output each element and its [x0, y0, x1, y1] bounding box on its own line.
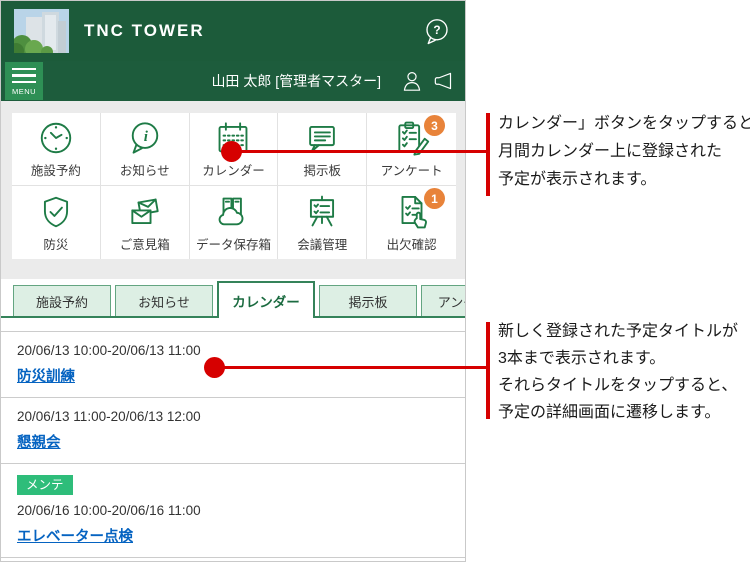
- meeting-icon: [310, 195, 335, 226]
- app-item-label: 会議管理: [297, 237, 348, 252]
- event-row: 20/06/13 11:00-20/06/13 12:00 懇親会: [1, 398, 465, 464]
- user-icon[interactable]: [399, 68, 425, 94]
- event-row: 20/06/13 10:00-20/06/13 11:00 防災訓練: [1, 332, 465, 398]
- app-item-meeting-management[interactable]: 会議管理: [278, 186, 368, 259]
- callout-dot-events: [204, 357, 225, 378]
- maintenance-tag: メンテ: [17, 475, 73, 495]
- notification-badge: 1: [424, 188, 445, 209]
- callout-bar-events: [486, 322, 490, 419]
- app-item-label: 出欠確認: [386, 237, 437, 252]
- app-item-label: 掲示板: [303, 164, 342, 178]
- app-item-news[interactable]: i お知らせ: [100, 113, 190, 186]
- app-title: TNC TOWER: [84, 21, 205, 40]
- clock-icon: [40, 122, 72, 154]
- annotation-events-note: 新しく登録された予定タイトルが 3本まで表示されます。 それらタイトルをタップす…: [498, 323, 739, 421]
- tab-facility-reservation[interactable]: 施設予約: [13, 285, 111, 316]
- event-datetime: 20/06/13 10:00-20/06/13 11:00: [17, 343, 201, 358]
- user-bar: MENU 山田 太郎 [管理者マスター]: [1, 61, 465, 101]
- info-icon: i: [131, 122, 158, 154]
- menu-label: MENU: [11, 87, 37, 97]
- event-title-link[interactable]: 防災訓練: [17, 368, 75, 386]
- databox-icon: [219, 197, 244, 225]
- event-title-link[interactable]: エレベーター点検: [17, 528, 133, 546]
- event-datetime: 20/06/13 11:00-20/06/13 12:00: [17, 409, 201, 424]
- megaphone-icon[interactable]: [431, 68, 457, 94]
- app-item-label: カレンダー: [202, 164, 265, 178]
- svg-text:i: i: [143, 129, 148, 145]
- app-item-label: 施設予約: [30, 164, 81, 178]
- tab-survey[interactable]: アンケート: [421, 285, 465, 316]
- app-grid: 施設予約 i お知らせ カレンダー 掲示板 3 アンケート 防災 ご意見箱 デー…: [12, 113, 456, 259]
- callout-line-events: [218, 366, 486, 369]
- tab-bulletin-board[interactable]: 掲示板: [319, 285, 417, 316]
- event-row: メンテ 20/06/16 10:00-20/06/16 11:00 エレベーター…: [1, 464, 465, 558]
- tab-news[interactable]: お知らせ: [115, 285, 213, 316]
- app-item-label: お知らせ: [119, 164, 170, 178]
- callout-bar-calendar: [486, 113, 490, 196]
- help-icon[interactable]: ?: [422, 16, 452, 46]
- tab-bar: 施設予約 お知らせ カレンダー 掲示板 アンケート: [1, 279, 465, 318]
- annotation-calendar-note: カレンダー」ボタンをタップすると、 月間カレンダー上に登録された 予定が表示され…: [498, 115, 750, 188]
- callout-line-calendar: [236, 150, 486, 153]
- svg-text:?: ?: [433, 23, 440, 37]
- app-item-label: ご意見箱: [119, 237, 170, 252]
- mailbox-icon: [131, 198, 159, 224]
- app-item-label: 防災: [43, 237, 69, 252]
- app-item-label: データ保存箱: [195, 237, 271, 252]
- user-name: 山田 太郎 [管理者マスター]: [211, 73, 381, 89]
- app-item-facility-reservation[interactable]: 施設予約: [12, 113, 101, 186]
- callout-dot-calendar: [221, 141, 242, 162]
- shield-icon: [43, 196, 68, 227]
- tab-calendar[interactable]: カレンダー: [217, 281, 315, 318]
- menu-button[interactable]: MENU: [5, 62, 43, 100]
- event-datetime: 20/06/16 10:00-20/06/16 11:00: [17, 503, 201, 518]
- building-logo: [14, 9, 69, 53]
- app-item-data-storage[interactable]: データ保存箱: [190, 186, 279, 259]
- event-title-link[interactable]: 懇親会: [17, 434, 61, 452]
- app-item-suggestion-box[interactable]: ご意見箱: [101, 186, 190, 259]
- app-grid-strip: 施設予約 i お知らせ カレンダー 掲示板 3 アンケート 防災 ご意見箱 デー…: [1, 101, 465, 279]
- app-item-disaster-prevention[interactable]: 防災: [12, 186, 101, 259]
- notification-badge: 3: [424, 115, 445, 136]
- app-item-label: アンケート: [380, 164, 443, 178]
- app-item-attendance-check[interactable]: 1 出欠確認: [367, 186, 456, 259]
- app-header: TNC TOWER ?: [1, 1, 465, 61]
- app-window: TNC TOWER ? MENU 山田 太郎 [管理者マスター] 施設予約 i …: [0, 0, 466, 562]
- hamburger-icon: [12, 67, 36, 71]
